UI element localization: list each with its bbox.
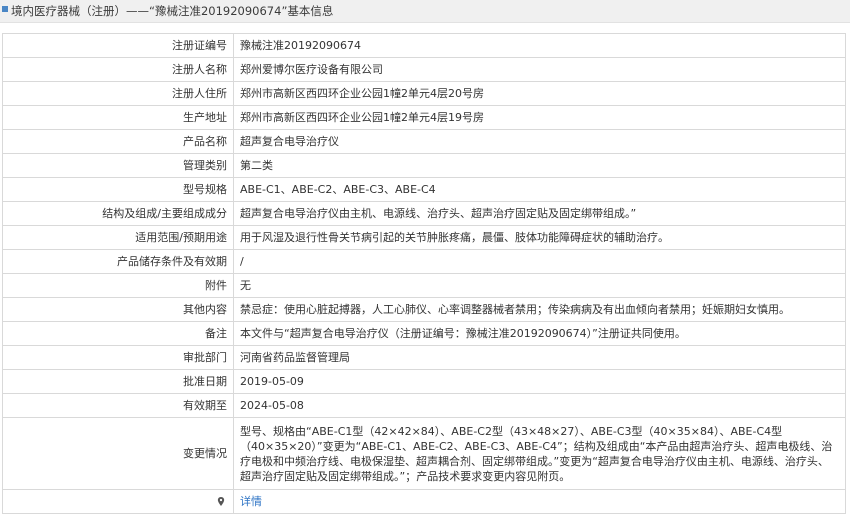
- row-label: 结构及组成/主要组成成分: [2, 201, 234, 226]
- table-row: 生产地址 郑州市高新区西四环企业公园1幢2单元4层19号房: [2, 105, 846, 130]
- row-value: 超声复合电导治疗仪由主机、电源线、治疗头、超声治疗固定贴及固定绑带组成。”: [233, 201, 846, 226]
- pin-icon: [217, 497, 225, 506]
- detail-cell: 详情: [233, 489, 846, 514]
- row-label: 附件: [2, 273, 234, 298]
- detail-link[interactable]: 详情: [240, 495, 262, 508]
- row-label: 备注: [2, 321, 234, 346]
- table-row: 注册人名称 郑州爱博尔医疗设备有限公司: [2, 57, 846, 82]
- table-row: 审批部门 河南省药品监督管理局: [2, 345, 846, 370]
- row-label: 批准日期: [2, 369, 234, 394]
- table-row: 其他内容 禁忌症：使用心脏起搏器，人工心肺仪、心率调整器械者禁用；传染病病及有出…: [2, 297, 846, 322]
- row-value: 第二类: [233, 153, 846, 178]
- row-label: 适用范围/预期用途: [2, 225, 234, 250]
- table-row: 有效期至 2024-05-08: [2, 393, 846, 418]
- row-label: 变更情况: [2, 417, 234, 490]
- row-value: 用于风湿及退行性骨关节病引起的关节肿胀疼痛，晨僵、肢体功能障碍症状的辅助治疗。: [233, 225, 846, 250]
- table-row: 批准日期 2019-05-09: [2, 369, 846, 394]
- row-value: ABE-C1、ABE-C2、ABE-C3、ABE-C4: [233, 177, 846, 202]
- row-value: 超声复合电导治疗仪: [233, 129, 846, 154]
- row-label: 注册人名称: [2, 57, 234, 82]
- row-label: 产品名称: [2, 129, 234, 154]
- row-value: /: [233, 249, 846, 274]
- row-value: 禁忌症：使用心脏起搏器，人工心肺仪、心率调整器械者禁用；传染病病及有出血倾向者禁…: [233, 297, 846, 322]
- row-value: 2024-05-08: [233, 393, 846, 418]
- info-table: 注册证编号 豫械注准20192090674 注册人名称 郑州爱博尔医疗设备有限公…: [2, 33, 846, 514]
- row-label: 有效期至: [2, 393, 234, 418]
- detail-row: 详情: [2, 489, 846, 514]
- table-row: 备注 本文件与“超声复合电导治疗仪（注册证编号：豫械注准20192090674）…: [2, 321, 846, 346]
- row-label: 生产地址: [2, 105, 234, 130]
- row-label: 注册人住所: [2, 81, 234, 106]
- table-row: 附件 无: [2, 273, 846, 298]
- table-row: 产品名称 超声复合电导治疗仪: [2, 129, 846, 154]
- row-value: 河南省药品监督管理局: [233, 345, 846, 370]
- row-label: 其他内容: [2, 297, 234, 322]
- row-value: 郑州市高新区西四环企业公园1幢2单元4层20号房: [233, 81, 846, 106]
- row-value: 型号、规格由“ABE-C1型（42×42×84）、ABE-C2型（43×48×2…: [233, 417, 846, 490]
- table-row: 注册证编号 豫械注准20192090674: [2, 33, 846, 58]
- table-row: 管理类别 第二类: [2, 153, 846, 178]
- row-value: 无: [233, 273, 846, 298]
- row-value: 本文件与“超声复合电导治疗仪（注册证编号：豫械注准20192090674）”注册…: [233, 321, 846, 346]
- row-value: 郑州爱博尔医疗设备有限公司: [233, 57, 846, 82]
- row-label: 管理类别: [2, 153, 234, 178]
- row-label: 注册证编号: [2, 33, 234, 58]
- page-title: 境内医疗器械（注册）——“豫械注准20192090674”基本信息: [11, 4, 334, 18]
- table-row: 产品储存条件及有效期 /: [2, 249, 846, 274]
- table-row: 结构及组成/主要组成成分 超声复合电导治疗仪由主机、电源线、治疗头、超声治疗固定…: [2, 201, 846, 226]
- row-label: 产品储存条件及有效期: [2, 249, 234, 274]
- row-value: 豫械注准20192090674: [233, 33, 846, 58]
- row-label: 型号规格: [2, 177, 234, 202]
- row-value: 郑州市高新区西四环企业公园1幢2单元4层19号房: [233, 105, 846, 130]
- title-marker-icon: [2, 6, 8, 12]
- row-label: 审批部门: [2, 345, 234, 370]
- table-row: 型号规格 ABE-C1、ABE-C2、ABE-C3、ABE-C4: [2, 177, 846, 202]
- title-bar: 境内医疗器械（注册）——“豫械注准20192090674”基本信息: [0, 0, 850, 23]
- table-row: 变更情况 型号、规格由“ABE-C1型（42×42×84）、ABE-C2型（43…: [2, 417, 846, 490]
- row-value: 2019-05-09: [233, 369, 846, 394]
- table-row: 注册人住所 郑州市高新区西四环企业公园1幢2单元4层20号房: [2, 81, 846, 106]
- table-row: 适用范围/预期用途 用于风湿及退行性骨关节病引起的关节肿胀疼痛，晨僵、肢体功能障…: [2, 225, 846, 250]
- detail-icon-cell: [2, 489, 234, 514]
